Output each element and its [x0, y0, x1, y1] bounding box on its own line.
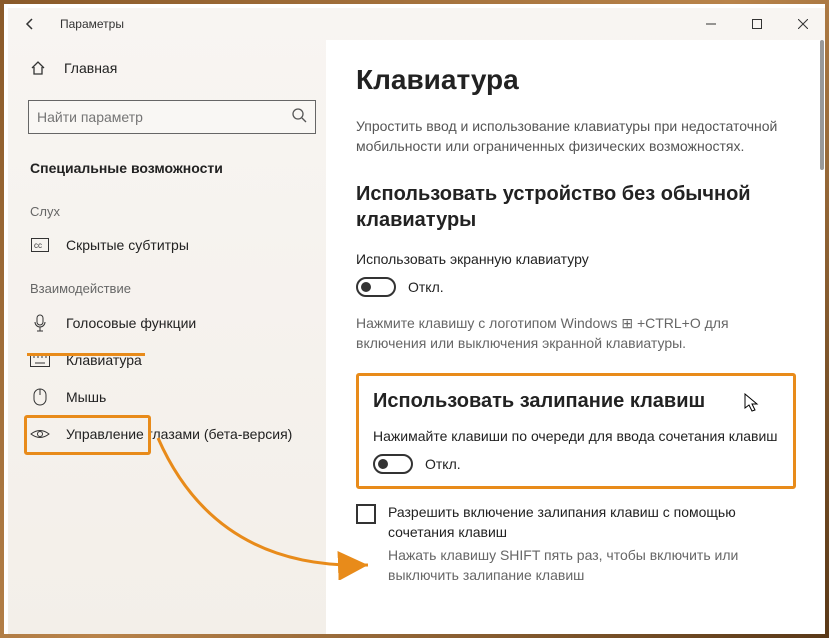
- sticky-shortcut-checkbox[interactable]: [356, 504, 376, 524]
- section-header: Специальные возможности: [18, 154, 326, 186]
- main-panel: Клавиатура Упростить ввод и использовани…: [326, 40, 826, 636]
- sticky-keys-section: Использовать залипание клавиш Нажимайте …: [356, 373, 796, 489]
- page-title: Клавиатура: [356, 64, 796, 96]
- eye-icon: [30, 427, 50, 441]
- search-icon: [291, 107, 307, 128]
- close-button[interactable]: [780, 8, 826, 40]
- scrollbar[interactable]: [814, 40, 826, 636]
- home-icon: [28, 60, 48, 76]
- titlebar: Параметры: [8, 8, 826, 40]
- osk-hint: Нажмите клавишу с логотипом Windows ⊞ +C…: [356, 313, 796, 354]
- sidebar-item-mouse[interactable]: Мышь: [18, 378, 326, 416]
- sticky-label: Нажимайте клавиши по очереди для ввода с…: [373, 428, 779, 444]
- home-link[interactable]: Главная: [18, 52, 326, 84]
- sidebar-item-speech[interactable]: Голосовые функции: [18, 304, 326, 342]
- search-input[interactable]: [28, 100, 316, 134]
- sidebar-item-subtitles[interactable]: cc Скрытые субтитры: [18, 227, 326, 263]
- sidebar: Главная Специальные возможности Слух cc …: [8, 40, 326, 636]
- osk-toggle[interactable]: [356, 277, 396, 297]
- svg-text:cc: cc: [34, 241, 42, 250]
- group-hearing: Слух: [18, 186, 326, 227]
- osk-state: Откл.: [408, 279, 444, 295]
- sidebar-item-eye-control[interactable]: Управление глазами (бета-версия): [18, 416, 326, 452]
- sticky-state: Откл.: [425, 456, 461, 472]
- group-interaction: Взаимодействие: [18, 263, 326, 304]
- sticky-shortcut-label: Разрешить включение залипания клавиш с п…: [388, 503, 796, 542]
- sticky-shortcut-hint: Нажать клавишу SHIFT пять раз, чтобы вкл…: [388, 546, 796, 585]
- mic-icon: [30, 314, 50, 332]
- sidebar-item-keyboard[interactable]: Клавиатура: [18, 342, 326, 378]
- minimize-button[interactable]: [688, 8, 734, 40]
- page-description: Упростить ввод и использование клавиатур…: [356, 116, 796, 157]
- osk-heading: Использовать устройство без обычной клав…: [356, 181, 796, 233]
- sticky-heading: Использовать залипание клавиш: [373, 388, 779, 414]
- window-title: Параметры: [60, 17, 124, 31]
- highlight-underline: [27, 353, 145, 356]
- osk-label: Использовать экранную клавиатуру: [356, 251, 796, 267]
- mouse-icon: [30, 388, 50, 406]
- back-button[interactable]: [8, 8, 52, 40]
- maximize-button[interactable]: [734, 8, 780, 40]
- sticky-toggle[interactable]: [373, 454, 413, 474]
- cc-icon: cc: [30, 238, 50, 252]
- search-field[interactable]: [37, 109, 291, 125]
